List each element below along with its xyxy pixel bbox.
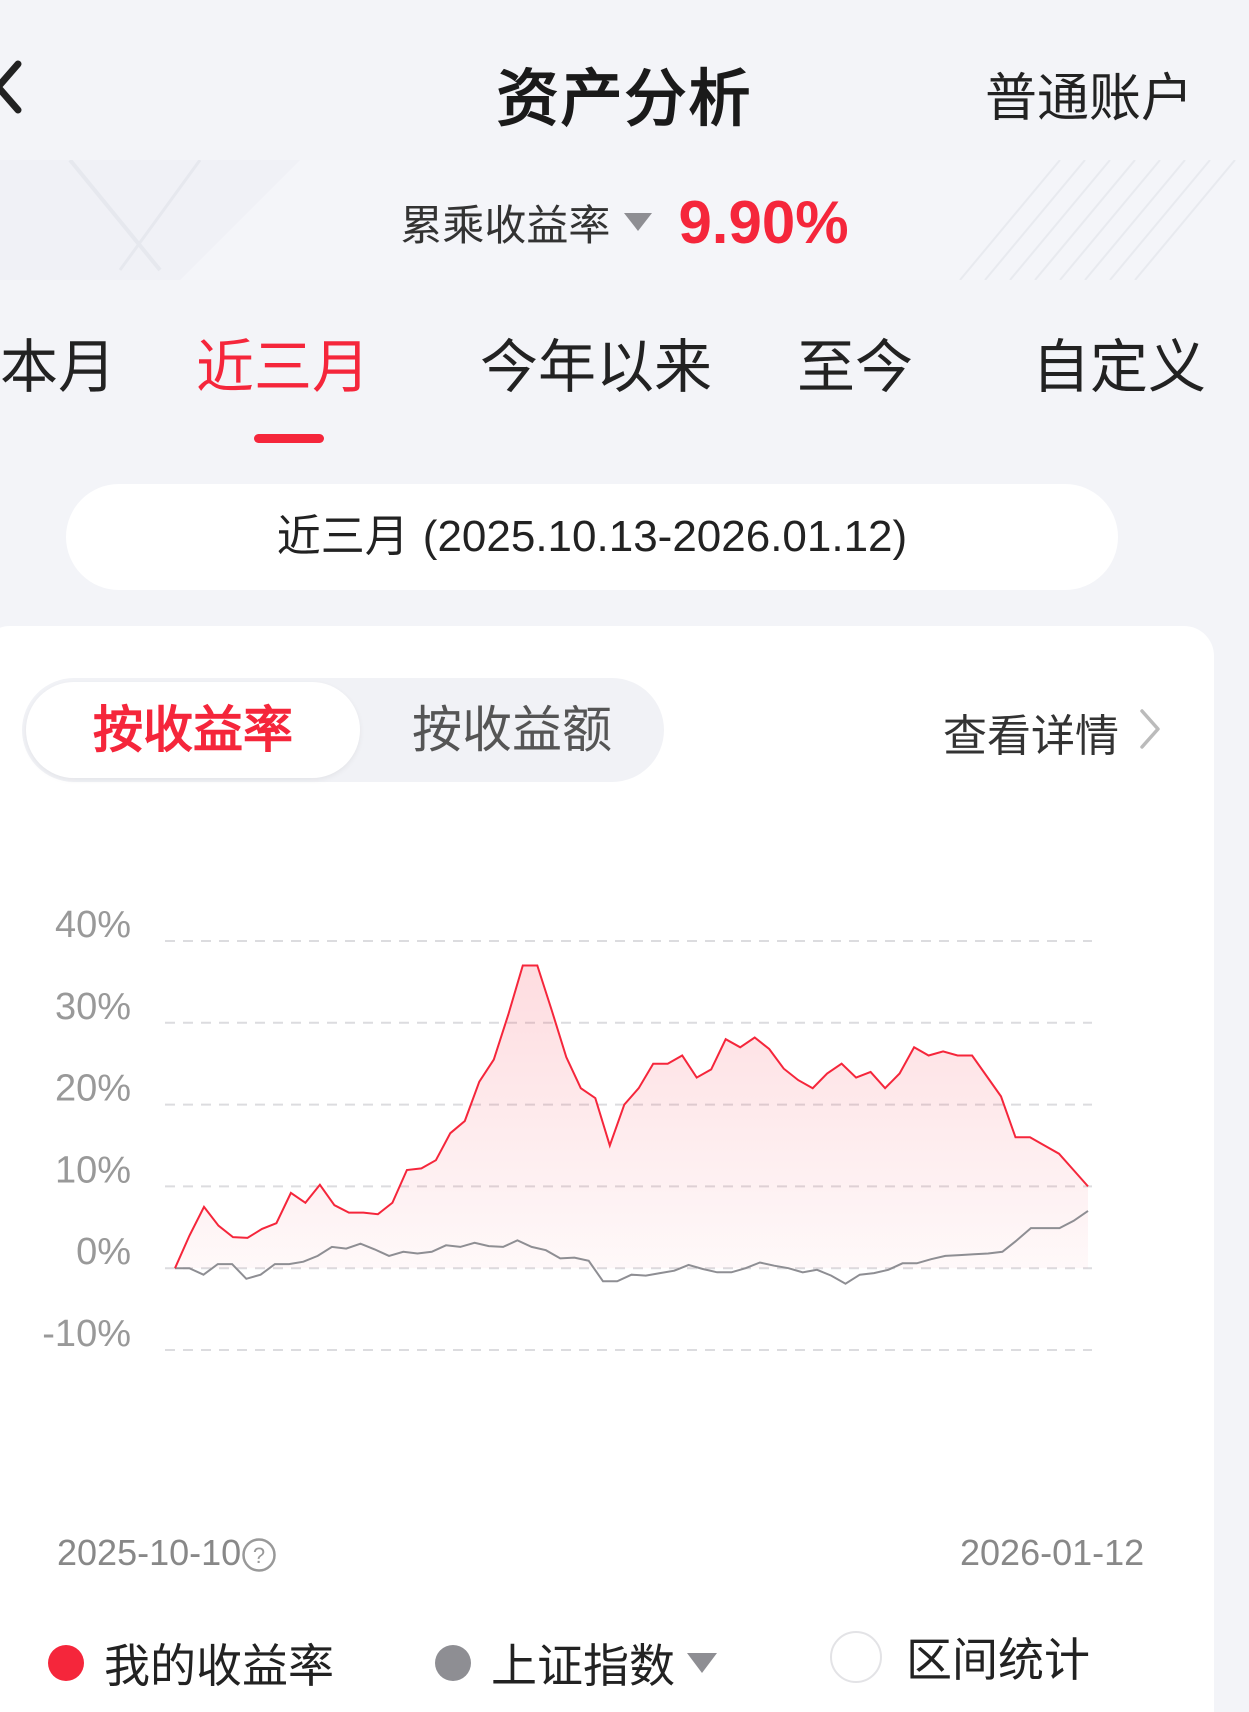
- date-range-display[interactable]: 近三月 (2025.10.13-2026.01.12): [66, 484, 1118, 590]
- legend-my-return-label: 我的收益率: [104, 1639, 334, 1693]
- y-tick-label: 0%: [76, 1231, 131, 1273]
- radio-circle-icon: [830, 1631, 882, 1683]
- tab-custom[interactable]: 自定义: [1032, 320, 1206, 404]
- returns-chart: 40% 30% 20% 10% 0% -10%: [42, 904, 1092, 1355]
- legend-index-label: 上证指数: [491, 1639, 675, 1693]
- tab-this-month[interactable]: 本月: [0, 320, 116, 404]
- svg-text:?: ?: [253, 1543, 265, 1568]
- legend-index-selector[interactable]: 上证指数: [435, 1630, 717, 1696]
- metric-value: 9.90%: [678, 188, 849, 256]
- chart-mode-toggle: 按收益率 按收益额: [22, 678, 664, 782]
- range-label: 近三月: [276, 511, 409, 562]
- toggle-by-amount[interactable]: 按收益额: [360, 678, 664, 782]
- question-circle-icon[interactable]: ?: [241, 1537, 277, 1573]
- chart-legend: 我的收益率 上证指数 区间统计: [0, 1624, 1249, 1694]
- account-selector[interactable]: 普通账户: [985, 56, 1193, 131]
- metric-selector[interactable]: 累乘收益率: [400, 192, 610, 253]
- chart-end-date: 2026-01-12: [960, 1532, 1145, 1573]
- y-tick-label: 10%: [55, 1149, 131, 1191]
- tab-last-three-months[interactable]: 近三月: [196, 320, 370, 404]
- y-axis-labels: 40% 30% 20% 10% 0% -10%: [42, 904, 131, 1355]
- tab-year-to-date[interactable]: 今年以来: [480, 320, 712, 404]
- triangle-down-icon[interactable]: [624, 213, 653, 231]
- metric-row: 累乘收益率 9.90%: [0, 182, 1249, 262]
- header: 资产分析 普通账户: [0, 0, 1249, 170]
- red-dot-icon: [48, 1645, 84, 1681]
- gray-dot-icon: [435, 1645, 471, 1681]
- legend-my-return[interactable]: 我的收益率: [48, 1630, 334, 1696]
- active-tab-indicator: [254, 434, 324, 443]
- my-return-area: [175, 965, 1088, 1269]
- y-tick-label: 20%: [55, 1068, 131, 1110]
- chart-start-date: 2025-10-10: [57, 1532, 242, 1573]
- toggle-by-rate[interactable]: 按收益率: [26, 682, 360, 778]
- view-details-link[interactable]: 查看详情: [943, 700, 1119, 764]
- legend-interval-stats-label: 区间统计: [906, 1633, 1090, 1687]
- legend-interval-stats[interactable]: 区间统计: [830, 1624, 1090, 1690]
- y-tick-label: 30%: [55, 986, 131, 1028]
- y-tick-label: 40%: [55, 904, 131, 946]
- range-dates: (2025.10.13-2026.01.12): [422, 512, 908, 561]
- period-tabs: 本月 近三月 今年以来 至今 自定义: [0, 320, 1249, 450]
- triangle-down-icon: [687, 1653, 717, 1673]
- y-tick-label: -10%: [42, 1313, 131, 1355]
- tab-since-inception[interactable]: 至今: [797, 320, 913, 404]
- chevron-right-icon[interactable]: [1139, 707, 1161, 751]
